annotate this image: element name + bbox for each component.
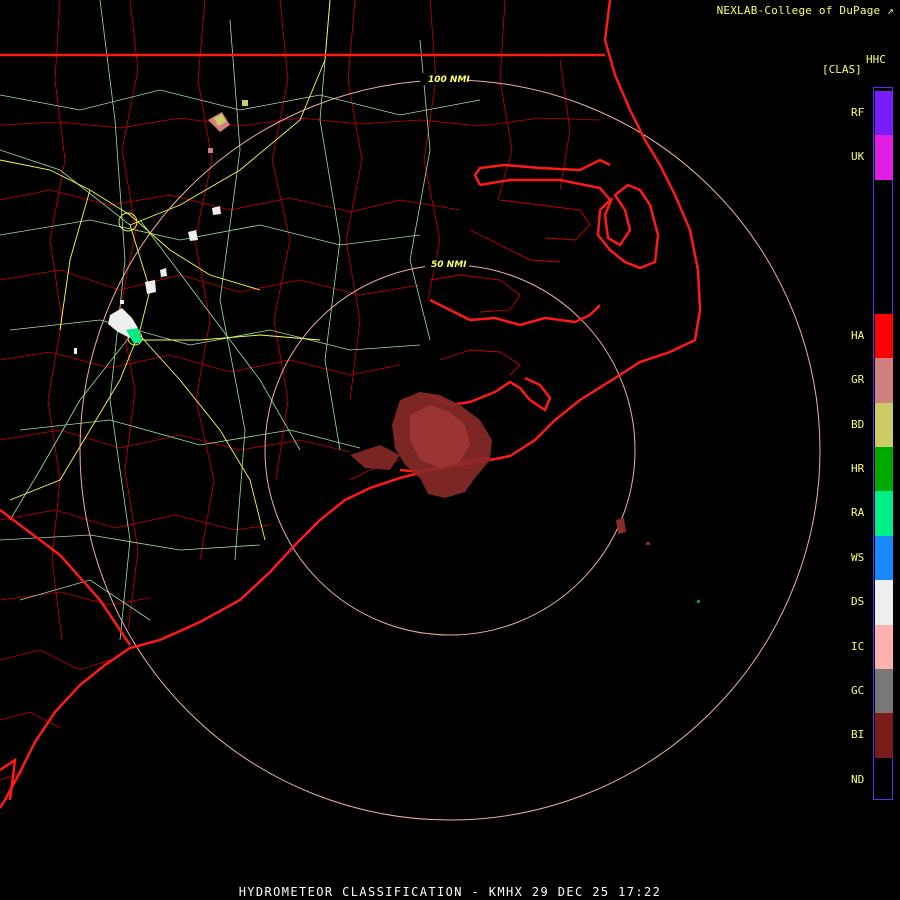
- radar-map: 100 NMI 50 NMI: [0, 0, 821, 821]
- legend-swatch-gr: [875, 358, 893, 403]
- legend-product-code: HHC: [866, 53, 886, 66]
- highways: [0, 0, 481, 641]
- legend-swatch-ha: [875, 314, 893, 359]
- county-boundaries: [0, 0, 601, 781]
- legend-swatch-bi: [875, 713, 893, 758]
- legend-label-ds: DS: [851, 595, 865, 608]
- legend-swatch-rf: [875, 91, 893, 136]
- product-footer: HYDROMETEOR CLASSIFICATION - KMHX 29 DEC…: [238, 885, 662, 899]
- credit-text: NEXLAB-College of DuPage: [716, 4, 881, 17]
- legend-label-nd: ND: [851, 773, 865, 786]
- legend-label-rf: RF: [851, 106, 865, 119]
- legend-label-bd: BD: [851, 418, 865, 431]
- legend-swatch-bd: [875, 403, 893, 448]
- legend-label-gr: GR: [851, 373, 865, 386]
- legend-swatch-ds: [875, 580, 893, 625]
- legend-swatch-hr: [875, 447, 893, 492]
- legend-title: [CLAS]: [822, 63, 862, 76]
- legend-swatch-uk: [875, 135, 893, 180]
- legend-label-ic: IC: [851, 640, 865, 653]
- credit-label[interactable]: NEXLAB-College of DuPage ↗: [717, 4, 894, 17]
- legend-label-hr: HR: [851, 462, 865, 475]
- ring-label-50nmi: 50 NMI: [431, 260, 467, 270]
- legend-label-ws: WS: [851, 551, 865, 564]
- legend-color-bar: [873, 87, 893, 800]
- legend-label-ha: HA: [851, 329, 865, 342]
- legend-swatch-ws: [875, 536, 893, 581]
- ring-label-100nmi: 100 NMI: [428, 75, 470, 85]
- external-link-icon: ↗: [887, 4, 894, 17]
- legend-swatch-gc: [875, 669, 893, 714]
- legend-label-bi: BI: [851, 728, 865, 741]
- legend-swatch-ic: [875, 625, 893, 670]
- legend-swatch-ra: [875, 491, 893, 536]
- legend-label-ra: RA: [851, 506, 865, 519]
- coastline: [0, 0, 702, 809]
- legend-label-uk: UK: [851, 150, 865, 163]
- state-borders: [0, 53, 605, 646]
- legend-label-gc: GC: [851, 684, 865, 697]
